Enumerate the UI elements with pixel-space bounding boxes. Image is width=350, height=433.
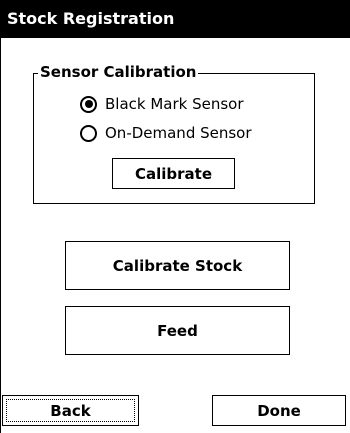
on-demand-sensor-radio[interactable]: On-Demand Sensor (80, 122, 252, 144)
feed-button-label: Feed (157, 321, 198, 340)
calibrate-stock-button[interactable]: Calibrate Stock (65, 241, 290, 290)
calibrate-button[interactable]: Calibrate (112, 158, 235, 189)
calibrate-button-label: Calibrate (134, 164, 212, 183)
back-button-label: Back (50, 401, 91, 420)
black-mark-sensor-label: Black Mark Sensor (105, 95, 244, 113)
done-button-label: Done (257, 401, 301, 420)
calibrate-stock-button-label: Calibrate Stock (112, 256, 243, 275)
window-title: Stock Registration (7, 9, 175, 28)
back-button[interactable]: Back (2, 395, 139, 426)
feed-button[interactable]: Feed (65, 306, 290, 355)
sensor-calibration-group-label: Sensor Calibration (38, 62, 199, 82)
radio-selected-icon (80, 95, 97, 113)
window-title-bar: Stock Registration (0, 0, 350, 38)
black-mark-sensor-radio[interactable]: Black Mark Sensor (80, 93, 244, 115)
done-button[interactable]: Done (212, 395, 346, 426)
on-demand-sensor-label: On-Demand Sensor (105, 124, 252, 142)
radio-unselected-icon (80, 124, 97, 142)
